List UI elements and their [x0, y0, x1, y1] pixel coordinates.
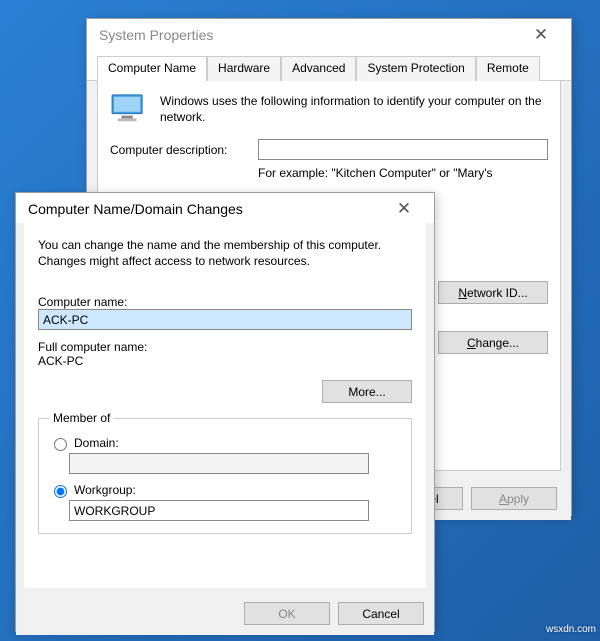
more-button[interactable]: More...: [322, 380, 412, 403]
workgroup-input[interactable]: [69, 500, 369, 521]
tab-computer-name[interactable]: Computer Name: [97, 56, 207, 81]
computer-name-label: Computer name:: [38, 295, 412, 309]
changedlg-ok-button[interactable]: OK: [244, 602, 330, 625]
change-button[interactable]: Change...: [438, 331, 548, 354]
domain-input: [69, 453, 369, 474]
full-name-value: ACK-PC: [38, 354, 412, 368]
member-of-legend: Member of: [49, 411, 114, 425]
domain-label: Domain:: [74, 436, 119, 450]
sysprops-apply-button[interactable]: Apply: [471, 487, 557, 510]
changedlg-title: Computer Name/Domain Changes: [28, 201, 243, 217]
tab-system-protection[interactable]: System Protection: [356, 56, 475, 81]
close-icon[interactable]: ✕: [384, 199, 424, 219]
tab-remote[interactable]: Remote: [476, 56, 540, 81]
tab-advanced[interactable]: Advanced: [281, 56, 356, 81]
info-text: Windows uses the following information t…: [160, 93, 548, 125]
network-id-button[interactable]: Network ID...: [438, 281, 548, 304]
tab-hardware[interactable]: Hardware: [207, 56, 281, 81]
desc-hint: For example: "Kitchen Computer" or "Mary…: [258, 166, 492, 180]
desc-label: Computer description:: [110, 143, 246, 157]
domain-radio[interactable]: [54, 438, 67, 451]
tab-strip: Computer Name Hardware Advanced System P…: [87, 49, 571, 81]
computer-description-input[interactable]: [258, 139, 548, 160]
computer-name-input[interactable]: [38, 309, 412, 330]
workgroup-radio[interactable]: [54, 485, 67, 498]
full-name-label: Full computer name:: [38, 340, 412, 354]
sysprops-title: System Properties: [99, 27, 213, 43]
close-icon[interactable]: ✕: [521, 25, 561, 45]
changedlg-blurb: You can change the name and the membersh…: [38, 237, 388, 269]
computer-icon: [110, 93, 148, 125]
member-of-group: Member of Domain: Workgroup:: [38, 411, 412, 534]
workgroup-label: Workgroup:: [74, 483, 136, 497]
watermark: wsxdn.com: [546, 624, 596, 635]
changedlg-cancel-button[interactable]: Cancel: [338, 602, 424, 625]
